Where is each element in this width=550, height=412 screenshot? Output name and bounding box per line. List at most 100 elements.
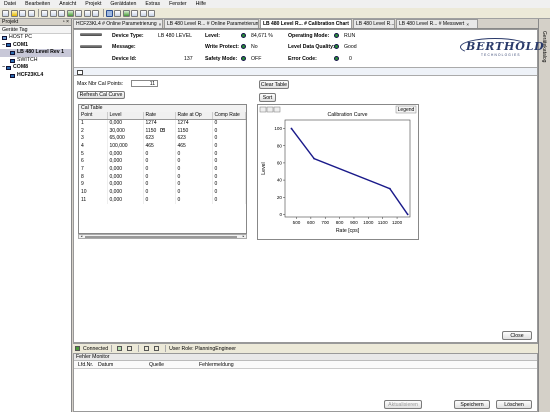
save-icon[interactable]	[19, 9, 26, 17]
panel-pin-icon[interactable]: ▫ ×	[63, 19, 71, 25]
upload-icon[interactable]	[83, 9, 91, 17]
table-cell[interactable]: 0	[175, 165, 213, 173]
col-fehlermeldung[interactable]: Fehlermeldung	[199, 361, 234, 369]
legend-label[interactable]: Legend	[398, 107, 415, 113]
menu-hilfe[interactable]: Hilfe	[196, 1, 206, 7]
col-datum[interactable]: Datum	[98, 361, 113, 369]
scroll-thumb[interactable]	[85, 235, 237, 238]
table-cell[interactable]: 1274	[143, 119, 176, 127]
table-cell[interactable]: 0	[143, 195, 176, 204]
table-cell[interactable]: 65,000	[107, 134, 144, 143]
menu-projekt[interactable]: Projekt	[85, 1, 101, 7]
table-cell[interactable]: 0,000	[107, 165, 144, 173]
table-cell[interactable]: 0	[212, 172, 246, 181]
table-cell[interactable]: 0	[212, 149, 246, 158]
table-cell[interactable]: 8	[79, 172, 108, 181]
table-cell[interactable]: 1274	[175, 119, 213, 127]
download-icon[interactable]	[92, 9, 99, 17]
table-cell[interactable]: 0	[175, 188, 213, 196]
table-cell[interactable]: 0	[212, 165, 246, 173]
cut-icon[interactable]	[41, 9, 48, 17]
device-catalog-icon[interactable]	[139, 9, 147, 17]
table-cell[interactable]: 1150 ▾	[143, 126, 176, 135]
tab-hcf23kl4-online[interactable]: HCF23KL4 # Online Parametrierung ×	[73, 19, 163, 28]
measured-value-icon[interactable]	[131, 9, 138, 17]
chart-zoom-icon[interactable]	[273, 106, 281, 113]
table-cell[interactable]: 0	[143, 188, 176, 196]
tab-lb480-calibration[interactable]: LB 480 Level R... # Calibration Chart×	[260, 19, 352, 28]
table-cell[interactable]: 465	[143, 142, 176, 150]
dropdown-icon[interactable]: ▾	[160, 127, 166, 133]
refresh-button[interactable]: Aktualisieren	[384, 400, 422, 409]
menu-datei[interactable]: Datei	[4, 1, 16, 7]
table-row[interactable]: 8 0,000 0 0 0	[79, 172, 246, 181]
menu-geraetedaten[interactable]: Gerätdaten	[110, 1, 136, 7]
table-row[interactable]: 5 0,000 0 0 0	[79, 149, 246, 158]
table-cell[interactable]: 10	[79, 188, 108, 196]
table-cell[interactable]: 0	[175, 149, 213, 158]
table-cell[interactable]: 0	[143, 172, 176, 181]
tree-item-com1[interactable]: − COM1	[0, 42, 71, 50]
table-cell[interactable]: 0	[212, 134, 246, 143]
tree-item-lb480[interactable]: LB 480 Level Rev 1	[0, 49, 71, 57]
col-point[interactable]: Point	[79, 112, 108, 120]
table-row[interactable]: 9 0,000 0 0 0	[79, 180, 246, 189]
table-cell[interactable]: 0	[143, 157, 176, 166]
max-points-field[interactable]: 11	[131, 80, 158, 87]
table-cell[interactable]: 1	[79, 119, 108, 127]
table-row[interactable]: 1 0,000 1274 1274 0	[79, 119, 246, 127]
table-cell[interactable]: 0	[212, 119, 246, 127]
disconnect-icon[interactable]	[75, 9, 82, 17]
col-level[interactable]: Level	[107, 112, 144, 120]
table-row[interactable]: 3 65,000 623 623 0	[79, 134, 246, 143]
clear-table-button[interactable]: Clear Table	[259, 80, 289, 89]
table-cell[interactable]: 6	[79, 157, 108, 166]
paste-icon[interactable]	[58, 9, 65, 17]
table-cell[interactable]: 0,000	[107, 119, 144, 127]
table-cell[interactable]: 7	[79, 165, 108, 173]
table-cell[interactable]: 0	[212, 142, 246, 150]
table-cell[interactable]: 0	[212, 188, 246, 196]
table-row[interactable]: 11 0,000 0 0 0	[79, 195, 246, 204]
open-folder-icon[interactable]	[10, 9, 18, 17]
menu-fenster[interactable]: Fenster	[169, 1, 187, 7]
save-button[interactable]: Speichern	[454, 400, 490, 409]
table-cell[interactable]: 100,000	[107, 142, 144, 150]
table-cell[interactable]: 0	[143, 180, 176, 189]
tab-lb480-messwert[interactable]: LB 480 Level R... # Messwert ×	[396, 19, 478, 28]
window-icon[interactable]	[77, 69, 83, 75]
help-icon[interactable]	[148, 9, 155, 17]
menu-bearbeiten[interactable]: Bearbeiten	[25, 1, 50, 7]
table-cell[interactable]: 5	[79, 149, 108, 158]
copy-icon[interactable]	[49, 9, 57, 17]
table-cell[interactable]: 3	[79, 134, 108, 143]
table-cell[interactable]: 0	[212, 126, 246, 135]
table-cell[interactable]: 0,000	[107, 172, 144, 181]
tab-lb480[interactable]: LB 480 Level R...×	[353, 19, 395, 28]
device-catalog-strip[interactable]: Gerätekatalog	[538, 19, 550, 412]
tree-item-host-pc[interactable]: HOST PC	[0, 34, 71, 42]
table-cell[interactable]: 2	[79, 126, 108, 135]
table-row[interactable]: 2 30,000 1150 ▾ 1150 0	[79, 126, 246, 135]
diagnosis-icon[interactable]	[122, 9, 130, 17]
delete-button[interactable]: Löschen	[496, 400, 532, 409]
table-cell[interactable]: 0,000	[107, 157, 144, 166]
close-button[interactable]: Close	[502, 331, 532, 340]
table-row[interactable]: 6 0,000 0 0 0	[79, 157, 246, 166]
tree-item-hcf23kl4[interactable]: HCF23KL4	[0, 72, 71, 80]
connect-icon[interactable]	[66, 9, 74, 17]
table-cell[interactable]: 465	[175, 142, 213, 150]
scroll-left-icon[interactable]: ◂	[79, 235, 84, 238]
table-row[interactable]: 10 0,000 0 0 0	[79, 188, 246, 196]
chart-forward-icon[interactable]	[266, 106, 274, 113]
table-row[interactable]: 4 100,000 465 465 0	[79, 142, 246, 150]
table-cell[interactable]: 0,000	[107, 188, 144, 196]
table-cell[interactable]: 0	[175, 180, 213, 189]
offline-param-icon[interactable]	[114, 9, 121, 17]
sort-button[interactable]: Sort	[259, 93, 276, 102]
table-cell[interactable]: 0,000	[107, 180, 144, 189]
menu-extras[interactable]: Extras	[145, 1, 160, 7]
menu-ansicht[interactable]: Ansicht	[59, 1, 76, 7]
col-rate-at-op[interactable]: Rate at Op	[175, 112, 213, 120]
table-cell[interactable]: 1150	[175, 126, 213, 135]
